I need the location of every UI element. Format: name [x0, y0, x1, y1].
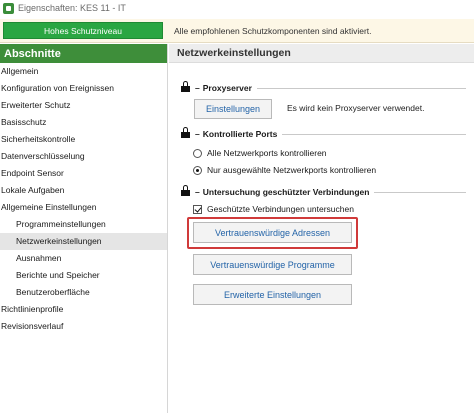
lock-icon[interactable]: [181, 127, 190, 138]
sidebar-item-sicherheitskontrolle[interactable]: Sicherheitskontrolle: [0, 131, 167, 148]
sidebar-item-programmeinstellungen[interactable]: Programmeinstellungen: [0, 216, 167, 233]
sidebar-item-netzwerkeinstellungen[interactable]: Netzwerkeinstellungen: [0, 233, 167, 250]
advanced-settings-button[interactable]: Erweiterte Einstellungen: [193, 284, 352, 305]
sidebar-item-allgemein[interactable]: Allgemein: [0, 63, 167, 80]
radio-selected-ports-label: Nur ausgewählte Netzwerkports kontrollie…: [207, 165, 377, 175]
proxy-status-note: Es wird kein Proxyserver verwendet.: [287, 103, 425, 113]
sidebar-item-benutzeroberflaeche[interactable]: Benutzeroberfläche: [0, 284, 167, 301]
sidebar-item-erweiterter-schutz[interactable]: Erweiterter Schutz: [0, 97, 167, 114]
lock-icon[interactable]: [181, 81, 190, 92]
sidebar-item-richtlinienprofile[interactable]: Richtlinienprofile: [0, 301, 167, 318]
scan-secure-connections-checkbox[interactable]: Geschützte Verbindungen untersuchen: [193, 204, 354, 214]
sidebar-item-allgemeine-einstellungen[interactable]: Allgemeine Einstellungen: [0, 199, 167, 216]
sections-sidebar: Abschnitte Allgemein Konfiguration von E…: [0, 44, 168, 413]
scan-checkbox-label: Geschützte Verbindungen untersuchen: [207, 204, 354, 214]
scan-heading-label: Untersuchung geschützter Verbindungen: [202, 187, 370, 197]
title-bar: Eigenschaften: KES 11 - IT: [0, 0, 474, 16]
trusted-addresses-button[interactable]: Vertrauenswürdige Adressen: [193, 222, 352, 243]
ports-heading-label: Kontrollierte Ports: [202, 129, 278, 139]
protection-status-message: Alle empfohlenen Schutzkomponenten sind …: [174, 26, 372, 36]
checkbox-box[interactable]: [193, 204, 202, 214]
app-icon: [3, 2, 14, 14]
sidebar-header: Abschnitte: [0, 44, 167, 63]
trusted-programs-button[interactable]: Vertrauenswürdige Programme: [193, 254, 352, 275]
radio-all-ports-label: Alle Netzwerkports kontrollieren: [207, 148, 327, 158]
sidebar-item-revisionsverlauf[interactable]: Revisionsverlauf: [0, 318, 167, 335]
protection-level-badge: Hohes Schutzniveau: [3, 22, 163, 39]
settings-panel: Netzwerkeinstellungen – Proxyserver Eins…: [169, 44, 474, 413]
sidebar-item-lokale-aufgaben[interactable]: Lokale Aufgaben: [0, 182, 167, 199]
window-title: Eigenschaften: KES 11 - IT: [18, 3, 126, 13]
proxy-settings-button[interactable]: Einstellungen: [194, 99, 272, 119]
radio-selected-ports[interactable]: Nur ausgewählte Netzwerkports kontrollie…: [193, 165, 376, 175]
page-title: Netzwerkeinstellungen: [169, 44, 474, 63]
sidebar-list: Allgemein Konfiguration von Ereignissen …: [0, 63, 167, 335]
scan-section-heading: – Untersuchung geschützter Verbindungen: [181, 185, 466, 197]
sidebar-item-datenverschluesselung[interactable]: Datenverschlüsselung: [0, 148, 167, 165]
radio-all-ports[interactable]: Alle Netzwerkports kontrollieren: [193, 148, 327, 158]
proxy-heading-label: Proxyserver: [202, 83, 252, 93]
proxy-section-heading: – Proxyserver: [181, 81, 466, 93]
sidebar-item-ausnahmen[interactable]: Ausnahmen: [0, 250, 167, 267]
radio-circle[interactable]: [193, 148, 202, 158]
sidebar-item-basisschutz[interactable]: Basisschutz: [0, 114, 167, 131]
sidebar-item-endpoint-sensor[interactable]: Endpoint Sensor: [0, 165, 167, 182]
ports-section-heading: – Kontrollierte Ports: [181, 127, 466, 139]
lock-icon[interactable]: [181, 185, 190, 196]
sidebar-item-ereignisse[interactable]: Konfiguration von Ereignissen: [0, 80, 167, 97]
protection-status-bar: Hohes Schutzniveau Alle empfohlenen Schu…: [0, 19, 474, 43]
sidebar-item-berichte-speicher[interactable]: Berichte und Speicher: [0, 267, 167, 284]
radio-circle[interactable]: [193, 165, 202, 175]
